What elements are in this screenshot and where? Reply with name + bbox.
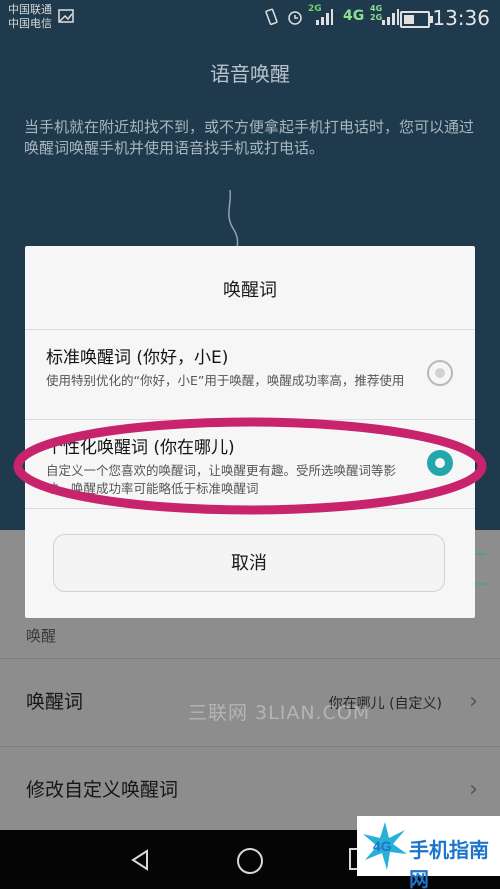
wake-word-label: 唤醒词 <box>26 691 84 713</box>
carrier-2: 中国电信 <box>8 17 52 30</box>
signal-icon-2 <box>380 8 400 30</box>
back-icon[interactable] <box>128 848 152 872</box>
divider <box>25 508 475 509</box>
section-label-wake: 唤醒 <box>26 627 57 645</box>
radio-selected[interactable] <box>427 450 453 476</box>
logo-badge: 4G <box>373 838 392 854</box>
site-logo: 4G 手机指南网 <box>357 816 500 889</box>
option-custom-wake-word[interactable]: 个性化唤醒词 (你在哪儿) 自定义一个您喜欢的唤醒词，让唤醒更有趣。受所选唤醒词… <box>25 420 475 508</box>
cancel-button[interactable]: 取消 <box>53 534 445 592</box>
chevron-right-icon: › <box>469 777 478 802</box>
screen: 中国联通 中国电信 2G 4G 4G 2G 13:36 语音唤醒 当手机就在附近… <box>0 0 500 889</box>
option-description: 使用特别优化的“你好，小E”用于唤醒，唤醒成功率高，推荐使用 <box>46 373 405 388</box>
page-description: 当手机就在附近却找不到，或不方便拿起手机打电话时，您可以通过唤醒词唤醒手机并使用… <box>24 118 475 157</box>
option-title: 标准唤醒词 (你好，小E) <box>46 348 229 368</box>
chevron-right-icon: › <box>469 689 478 714</box>
status-bar: 中国联通 中国电信 2G 4G 4G 2G 13:36 <box>0 0 500 36</box>
home-icon[interactable] <box>237 848 263 874</box>
logo-text: 手机指南网 <box>409 838 489 889</box>
watermark: 三联网 3LIAN.COM <box>188 702 371 724</box>
clock: 13:36 <box>432 6 490 30</box>
page-title: 语音唤醒 <box>210 62 290 86</box>
vibrate-icon <box>262 8 280 30</box>
wake-word-dialog: 唤醒词 标准唤醒词 (你好，小E) 使用特别优化的“你好，小E”用于唤醒，唤醒成… <box>25 246 475 618</box>
voice-wave-graphic <box>228 190 239 250</box>
edit-custom-wake-word-label: 修改自定义唤醒词 <box>26 779 179 801</box>
option-title: 个性化唤醒词 (你在哪儿) <box>46 438 235 458</box>
dialog-title: 唤醒词 <box>223 280 277 301</box>
alarm-icon <box>286 8 304 30</box>
radio-unselected[interactable] <box>427 360 453 386</box>
network-type-2: 4G <box>343 8 365 24</box>
option-description: 自定义一个您喜欢的唤醒词，让唤醒更有趣。受所选唤醒词等影响，唤醒成功率可能略低于… <box>46 463 397 496</box>
carrier-1: 中国联通 <box>8 3 52 16</box>
signal-icon-1 <box>314 8 334 30</box>
option-standard-wake-word[interactable]: 标准唤醒词 (你好，小E) 使用特别优化的“你好，小E”用于唤醒，唤醒成功率高，… <box>25 330 475 418</box>
image-notification-icon <box>58 8 74 28</box>
battery-icon <box>400 11 433 28</box>
